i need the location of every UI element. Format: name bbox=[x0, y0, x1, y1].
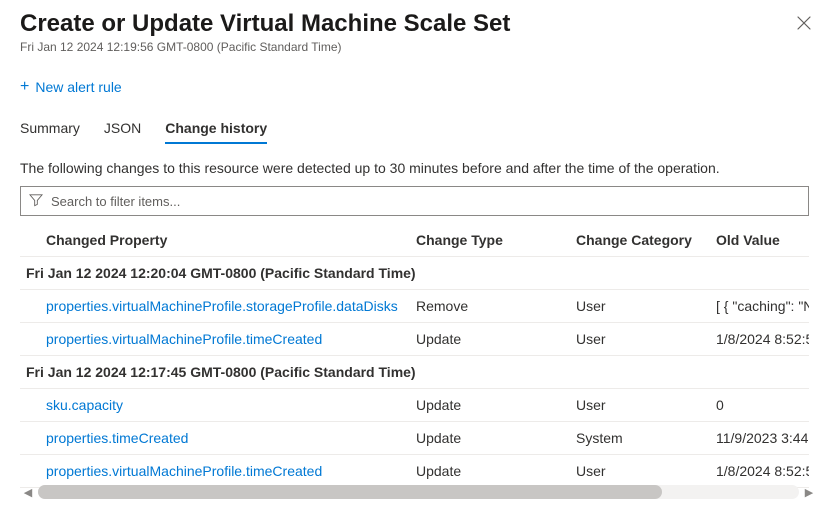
group-timestamp: Fri Jan 12 2024 12:17:45 GMT-0800 (Pacif… bbox=[20, 356, 809, 389]
table-row: properties.virtualMachineProfile.timeCre… bbox=[20, 323, 809, 356]
filter-icon bbox=[29, 193, 49, 210]
cell-type: Remove bbox=[410, 290, 570, 323]
cell-type: Update bbox=[410, 389, 570, 422]
cell-type: Update bbox=[410, 455, 570, 488]
scrollbar-thumb[interactable] bbox=[38, 485, 662, 499]
horizontal-scrollbar[interactable]: ◀ ▶ bbox=[20, 484, 817, 500]
plus-icon: + bbox=[20, 78, 29, 96]
scroll-right-arrow-icon[interactable]: ▶ bbox=[801, 486, 817, 499]
description-text: The following changes to this resource w… bbox=[20, 160, 809, 176]
cell-old-value: 1/8/2024 8:52:58 PM bbox=[710, 323, 809, 356]
cell-type: Update bbox=[410, 422, 570, 455]
group-timestamp: Fri Jan 12 2024 12:20:04 GMT-0800 (Pacif… bbox=[20, 257, 809, 290]
group-header: Fri Jan 12 2024 12:20:04 GMT-0800 (Pacif… bbox=[20, 257, 809, 290]
property-link[interactable]: properties.virtualMachineProfile.timeCre… bbox=[46, 463, 322, 479]
search-field[interactable] bbox=[20, 186, 809, 216]
close-button[interactable] bbox=[793, 12, 815, 38]
cell-category: User bbox=[570, 455, 710, 488]
column-header-property[interactable]: Changed Property bbox=[20, 224, 410, 257]
table-row: sku.capacity UpdateUser0 bbox=[20, 389, 809, 422]
tabs: Summary JSON Change history bbox=[0, 104, 829, 144]
tab-summary[interactable]: Summary bbox=[20, 114, 80, 144]
new-alert-rule-button[interactable]: + New alert rule bbox=[20, 78, 122, 96]
cell-old-value: 0 bbox=[710, 389, 809, 422]
cell-old-value: 11/9/2023 3:44:42 PM bbox=[710, 422, 809, 455]
cell-category: System bbox=[570, 422, 710, 455]
tab-json[interactable]: JSON bbox=[104, 114, 141, 144]
cell-category: User bbox=[570, 323, 710, 356]
cell-old-value: 1/8/2024 8:52:58 PM bbox=[710, 455, 809, 488]
cell-property: sku.capacity bbox=[20, 389, 410, 422]
blade-header: Create or Update Virtual Machine Scale S… bbox=[0, 0, 829, 60]
column-header-type[interactable]: Change Type bbox=[410, 224, 570, 257]
close-icon bbox=[797, 17, 811, 34]
table-row: properties.timeCreated UpdateSystem11/9/2… bbox=[20, 422, 809, 455]
new-alert-rule-label: New alert rule bbox=[35, 79, 121, 95]
cell-category: User bbox=[570, 389, 710, 422]
page-subtitle: Fri Jan 12 2024 12:19:56 GMT-0800 (Pacif… bbox=[20, 40, 809, 54]
cell-type: Update bbox=[410, 323, 570, 356]
scroll-left-arrow-icon[interactable]: ◀ bbox=[20, 486, 36, 499]
tab-change-history[interactable]: Change history bbox=[165, 114, 267, 144]
search-input[interactable] bbox=[49, 193, 800, 210]
property-link[interactable]: sku.capacity bbox=[46, 397, 123, 413]
table-row: properties.virtualMachineProfile.storage… bbox=[20, 290, 809, 323]
group-header: Fri Jan 12 2024 12:17:45 GMT-0800 (Pacif… bbox=[20, 356, 809, 389]
cell-property: properties.virtualMachineProfile.storage… bbox=[20, 290, 410, 323]
column-header-category[interactable]: Change Category bbox=[570, 224, 710, 257]
column-header-old[interactable]: Old Value bbox=[710, 224, 809, 257]
table-row: properties.virtualMachineProfile.timeCre… bbox=[20, 455, 809, 488]
page-title: Create or Update Virtual Machine Scale S… bbox=[20, 10, 809, 38]
table-scroll[interactable]: Changed Property Change Type Change Cate… bbox=[20, 224, 809, 488]
property-link[interactable]: properties.virtualMachineProfile.storage… bbox=[46, 298, 398, 314]
property-link[interactable]: properties.timeCreated bbox=[46, 430, 188, 446]
cell-category: User bbox=[570, 290, 710, 323]
command-bar: + New alert rule bbox=[0, 60, 829, 104]
cell-property: properties.timeCreated bbox=[20, 422, 410, 455]
property-link[interactable]: properties.virtualMachineProfile.timeCre… bbox=[46, 331, 322, 347]
changes-table: Changed Property Change Type Change Cate… bbox=[20, 224, 809, 488]
cell-property: properties.virtualMachineProfile.timeCre… bbox=[20, 455, 410, 488]
cell-old-value: [ { "caching": "None", bbox=[710, 290, 809, 323]
scrollbar-track[interactable] bbox=[38, 485, 799, 499]
cell-property: properties.virtualMachineProfile.timeCre… bbox=[20, 323, 410, 356]
